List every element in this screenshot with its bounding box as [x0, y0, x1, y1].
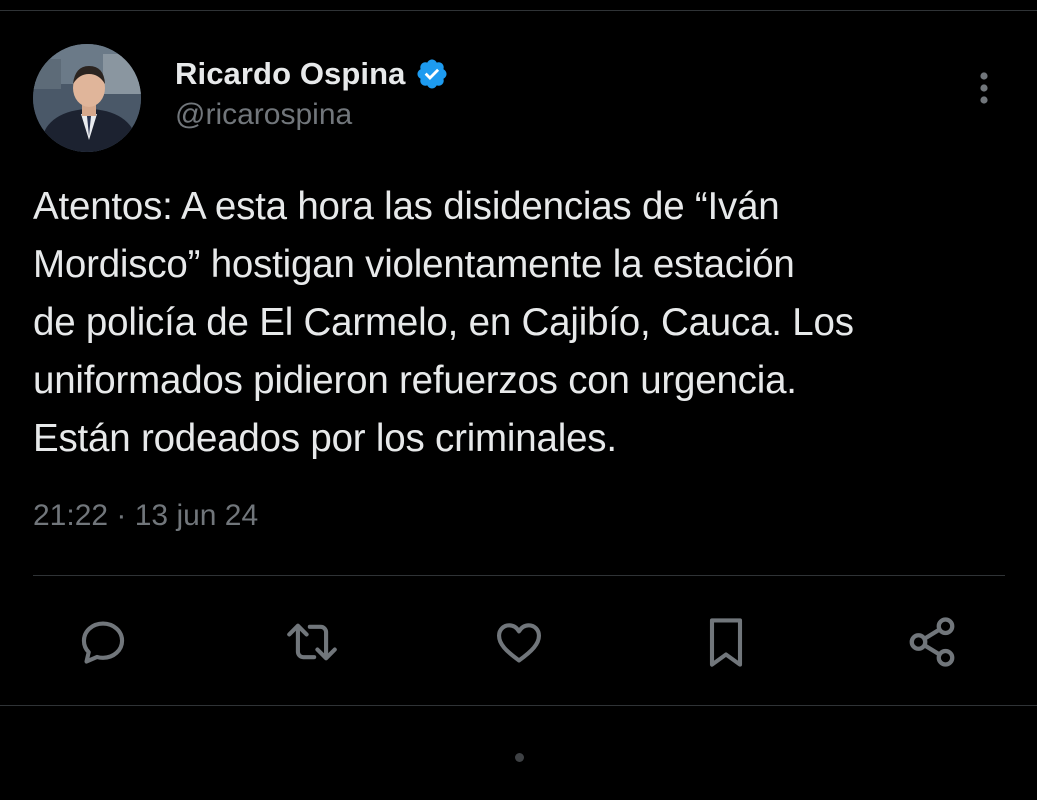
- author-name-row: Ricardo Ospina: [175, 52, 449, 96]
- author-display-name[interactable]: Ricardo Ospina: [175, 56, 406, 92]
- top-divider: [0, 10, 1037, 11]
- like-button[interactable]: [489, 612, 549, 672]
- page-indicator-dot: [515, 753, 524, 762]
- avatar-photo: [33, 44, 141, 152]
- share-button[interactable]: [902, 612, 962, 672]
- bottom-divider: [0, 705, 1037, 706]
- author-avatar[interactable]: [33, 44, 141, 152]
- reply-button[interactable]: [73, 612, 133, 672]
- tweet-text-line: uniformados pidieron refuerzos con urgen…: [33, 359, 797, 402]
- more-options-button[interactable]: [966, 68, 1002, 108]
- tweet-text-line: Están rodeados por los criminales.: [33, 417, 617, 460]
- heart-icon: [497, 623, 541, 663]
- actions-divider: [33, 575, 1005, 576]
- tweet-actions-bar: [0, 612, 1037, 672]
- tweet-text: Atentos: A esta hora las disidencias de …: [33, 178, 1003, 468]
- verified-badge-icon: [415, 57, 449, 91]
- tweet-timestamp[interactable]: 21:22 · 13 jun 24: [33, 499, 258, 533]
- bookmark-icon: [709, 618, 743, 667]
- retweet-icon: [287, 623, 337, 661]
- more-dots-icon: [980, 72, 988, 104]
- tweet-text-line: Mordisco” hostigan violentamente la esta…: [33, 243, 795, 286]
- tweet-text-line: Atentos: A esta hora las disidencias de …: [33, 185, 780, 228]
- share-icon: [909, 617, 955, 667]
- bookmark-button[interactable]: [696, 612, 756, 672]
- reply-icon: [81, 621, 125, 664]
- retweet-button[interactable]: [282, 612, 342, 672]
- tweet-text-line: de policía de El Carmelo, en Cajibío, Ca…: [33, 301, 854, 344]
- author-handle[interactable]: @ricarospina: [175, 98, 352, 132]
